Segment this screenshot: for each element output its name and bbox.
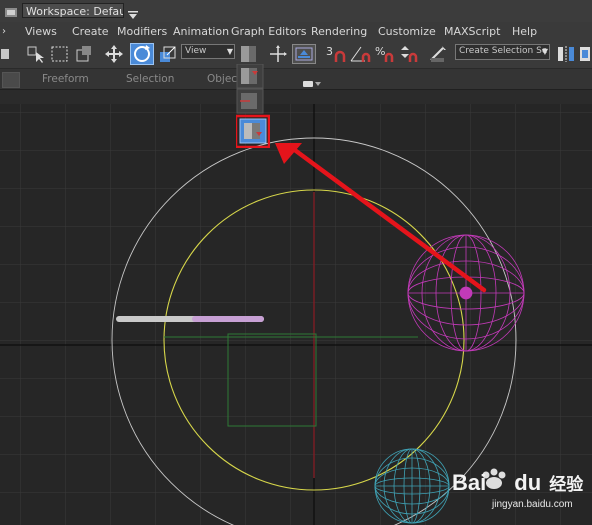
chevron-down-icon: ▼ (226, 47, 233, 56)
mirror-icon[interactable] (556, 44, 576, 64)
select-manipulate-icon[interactable] (268, 44, 288, 64)
link-icon[interactable] (0, 44, 12, 64)
snaps-toggle-icon[interactable]: 3 (324, 44, 348, 64)
cylinder-object-segment (192, 316, 264, 322)
percent-snap-icon[interactable]: % (374, 44, 396, 64)
pivot-flyout (234, 63, 271, 149)
chevron-down-icon: ▼ (541, 47, 548, 56)
ribbon-bar: Freeform Selection Objec (0, 69, 592, 90)
caret-down-icon[interactable] (127, 5, 139, 19)
align-icon[interactable] (578, 44, 592, 64)
edit-named-selection-icon[interactable] (428, 44, 448, 64)
select-rotate-icon[interactable] (130, 43, 154, 65)
ribbon-handle[interactable] (2, 72, 20, 88)
watermark-jingyan: 经验 (549, 475, 584, 494)
app-icon[interactable] (4, 4, 18, 17)
svg-text:3: 3 (326, 45, 333, 58)
ribbon-options-icon[interactable] (303, 74, 321, 87)
pivot-center-icon[interactable] (238, 44, 260, 64)
title-bar: Workspace: Default (0, 0, 592, 23)
rectangular-selection-icon[interactable] (50, 44, 70, 64)
reference-coordinate-label: View (185, 46, 207, 56)
menu-animation[interactable]: Animation (173, 25, 229, 38)
baidu-watermark: Bai du 经验 jingyan.baidu.com (452, 462, 587, 514)
select-scale-icon[interactable] (158, 44, 178, 64)
watermark-brand: Bai (452, 470, 487, 495)
menu-modifiers[interactable]: Modifiers (117, 25, 167, 38)
watermark-brand-suffix: du (514, 470, 542, 495)
menu-help[interactable]: Help (512, 25, 537, 38)
spinner-snap-icon[interactable] (398, 44, 420, 64)
workspace-dropdown[interactable]: Workspace: Default (22, 3, 124, 18)
menu-bar: › Views Create Modifiers Animation Graph… (0, 22, 592, 40)
tab-object-paint[interactable]: Objec (207, 73, 237, 85)
main-toolbar: View ▼ 3 % Create Selection Se ▼ (0, 40, 592, 69)
select-move-icon[interactable] (104, 44, 124, 64)
named-selection-set-dropdown[interactable]: Create Selection Se ▼ (455, 44, 550, 60)
svg-text:%: % (375, 45, 385, 58)
reference-coordinate-dropdown[interactable]: View ▼ (181, 44, 235, 59)
window-crossing-icon[interactable] (74, 44, 94, 64)
named-selection-set-label: Create Selection Se (459, 46, 548, 56)
watermark-url: jingyan.baidu.com (492, 499, 573, 510)
menu-create[interactable]: Create (72, 25, 109, 38)
cyan-sphere[interactable] (374, 448, 450, 524)
menu-rendering[interactable]: Rendering (311, 25, 367, 38)
keyboard-shortcut-override-icon[interactable] (292, 44, 316, 64)
menu-overflow-arrow[interactable]: › (2, 26, 6, 37)
select-object-icon[interactable] (26, 44, 46, 64)
menu-customize[interactable]: Customize (378, 25, 436, 38)
menu-graph-editors[interactable]: Graph Editors (231, 25, 307, 38)
red-arrowhead (275, 143, 302, 164)
menu-views[interactable]: Views (25, 25, 57, 38)
angle-snap-icon[interactable] (349, 44, 371, 64)
tab-selection[interactable]: Selection (126, 73, 174, 85)
menu-maxscript[interactable]: MAXScript (444, 25, 500, 38)
tab-freeform[interactable]: Freeform (42, 73, 89, 85)
